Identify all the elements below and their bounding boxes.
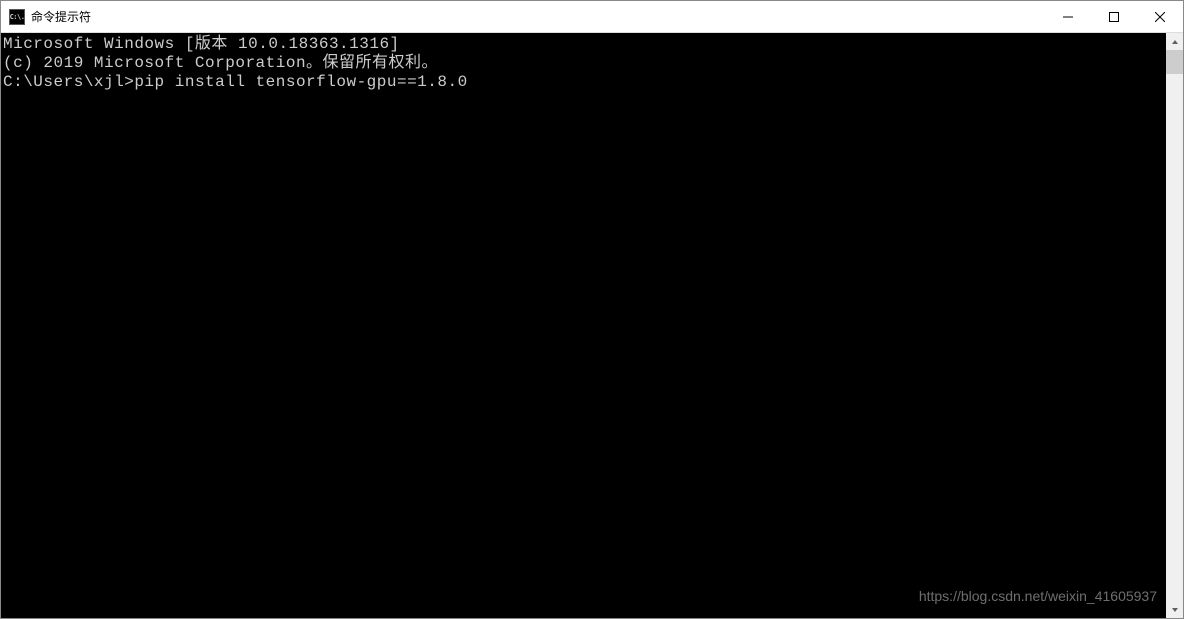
window-controls bbox=[1045, 1, 1183, 32]
titlebar[interactable]: C:\. 命令提示符 bbox=[1, 1, 1183, 33]
scrollbar-down-button[interactable] bbox=[1166, 601, 1183, 618]
minimize-button[interactable] bbox=[1045, 1, 1091, 32]
scrollbar-thumb[interactable] bbox=[1166, 50, 1183, 74]
window-title: 命令提示符 bbox=[31, 8, 1045, 25]
terminal-line: Microsoft Windows [版本 10.0.18363.1316] bbox=[3, 35, 1166, 54]
terminal-command: pip install tensorflow-gpu==1.8.0 bbox=[134, 73, 467, 91]
vertical-scrollbar[interactable] bbox=[1166, 33, 1183, 618]
chevron-up-icon bbox=[1171, 38, 1179, 46]
terminal-prompt: C:\Users\xjl> bbox=[3, 73, 134, 91]
content-area: Microsoft Windows [版本 10.0.18363.1316](c… bbox=[1, 33, 1183, 618]
close-icon bbox=[1155, 12, 1165, 22]
terminal-prompt-line: C:\Users\xjl>pip install tensorflow-gpu=… bbox=[3, 73, 1166, 92]
scrollbar-up-button[interactable] bbox=[1166, 33, 1183, 50]
close-button[interactable] bbox=[1137, 1, 1183, 32]
minimize-icon bbox=[1063, 12, 1073, 22]
app-icon-text: C:\. bbox=[10, 13, 25, 21]
maximize-icon bbox=[1109, 12, 1119, 22]
app-icon: C:\. bbox=[9, 9, 25, 25]
chevron-down-icon bbox=[1171, 606, 1179, 614]
command-prompt-window: C:\. 命令提示符 Microsoft Windows [版本 10.0.18… bbox=[0, 0, 1184, 619]
terminal-line: (c) 2019 Microsoft Corporation。保留所有权利。 bbox=[3, 54, 1166, 73]
maximize-button[interactable] bbox=[1091, 1, 1137, 32]
terminal-output[interactable]: Microsoft Windows [版本 10.0.18363.1316](c… bbox=[1, 33, 1166, 618]
scrollbar-track[interactable] bbox=[1166, 50, 1183, 601]
